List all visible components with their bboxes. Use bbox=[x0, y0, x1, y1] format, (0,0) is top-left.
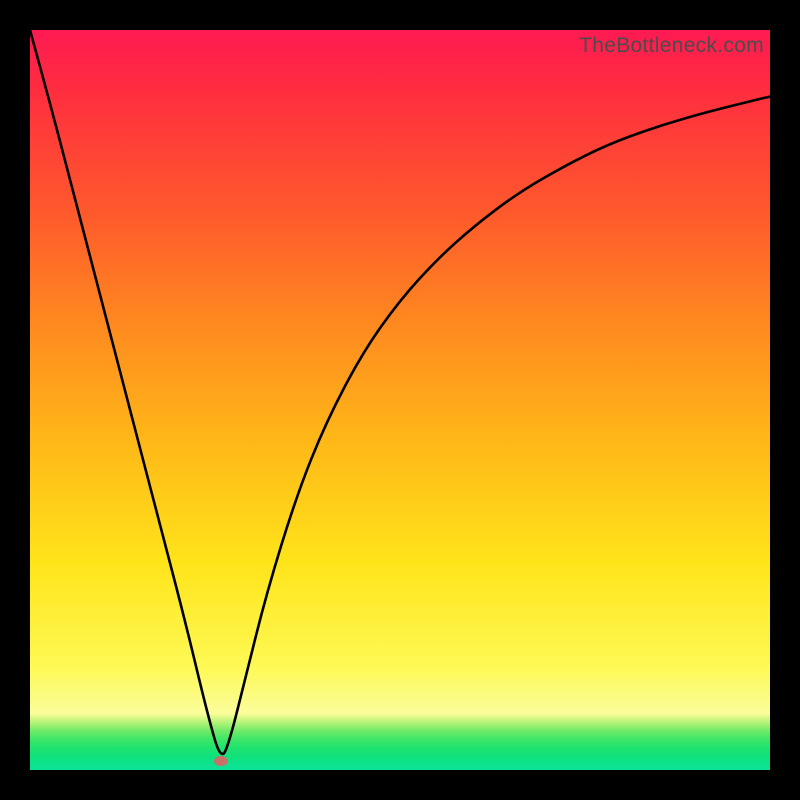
bottleneck-curve bbox=[30, 30, 770, 770]
optimal-marker bbox=[214, 756, 228, 766]
chart-frame: TheBottleneck.com bbox=[0, 0, 800, 800]
plot-area: TheBottleneck.com bbox=[30, 30, 770, 770]
curve-path bbox=[30, 30, 770, 754]
